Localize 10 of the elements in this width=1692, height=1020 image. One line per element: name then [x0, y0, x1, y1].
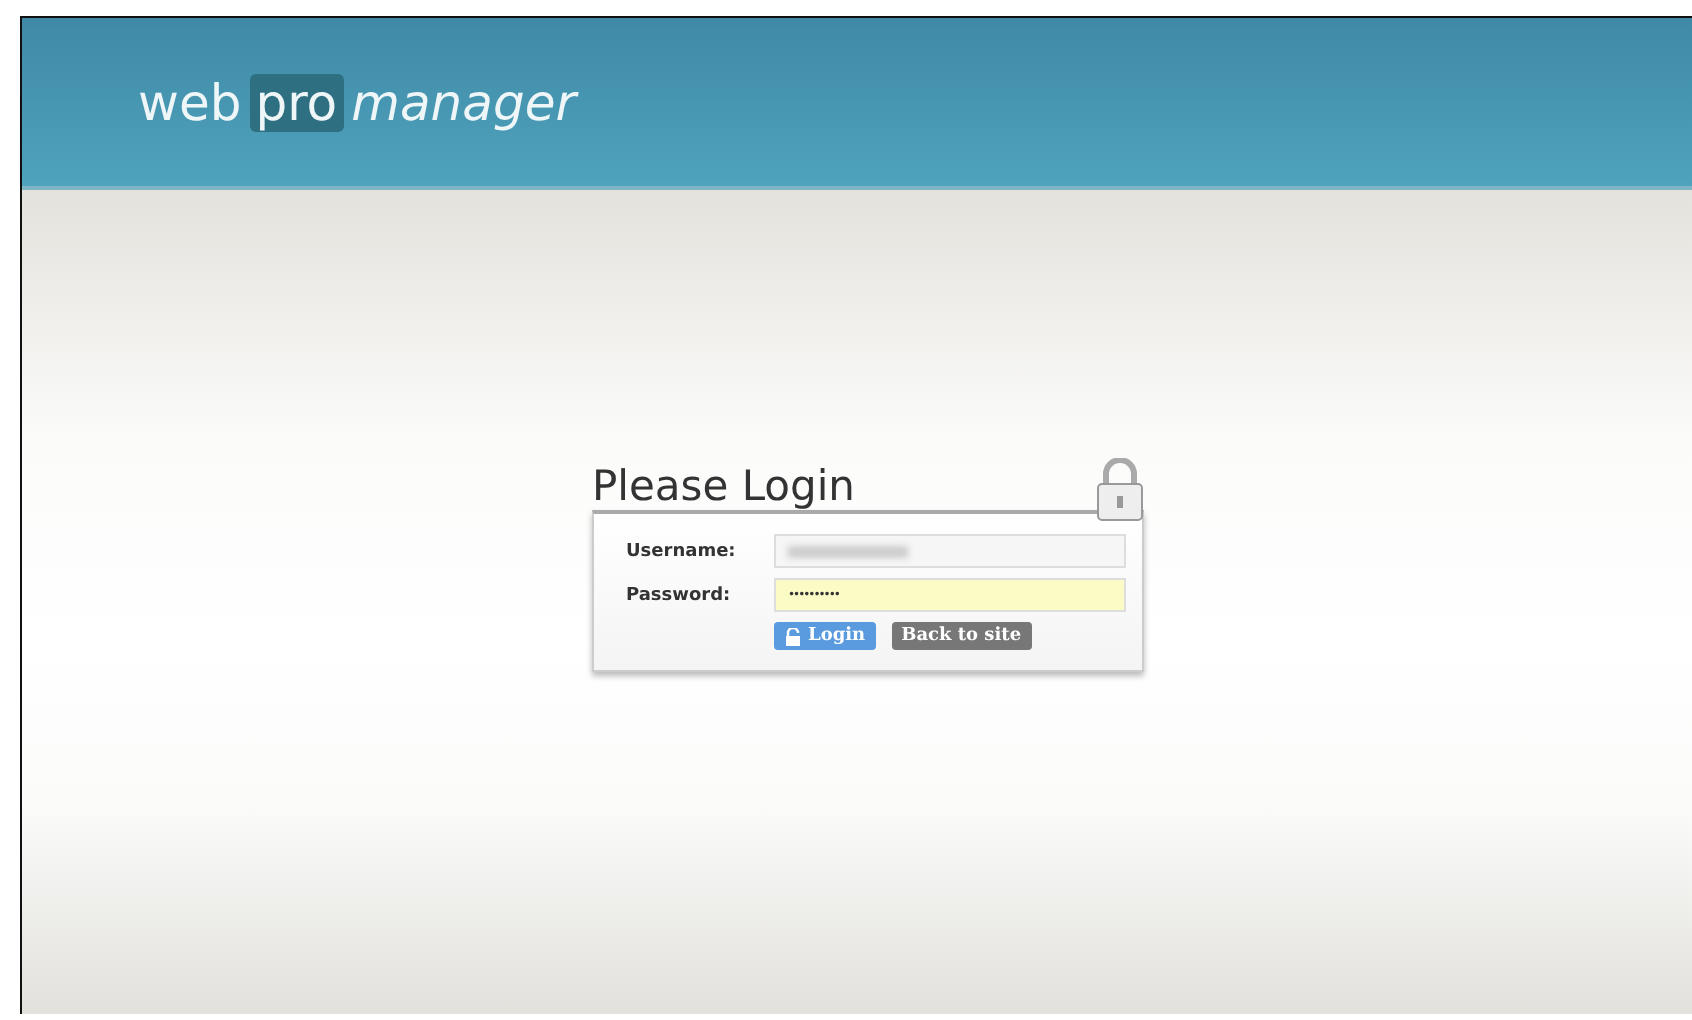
logo-text: manager: [351, 73, 576, 131]
field-label: Password:: [626, 585, 733, 605]
login-button[interactable]: Login: [774, 622, 876, 650]
login-title: Please Login: [592, 462, 855, 510]
back-button[interactable]: Back to site: [891, 622, 1032, 650]
field-label: Username:: [626, 541, 738, 561]
logo-badge: pro: [249, 73, 344, 131]
logo-text: web: [138, 73, 242, 131]
username-field[interactable]: [774, 534, 1126, 568]
padlock-icon: [784, 627, 802, 645]
